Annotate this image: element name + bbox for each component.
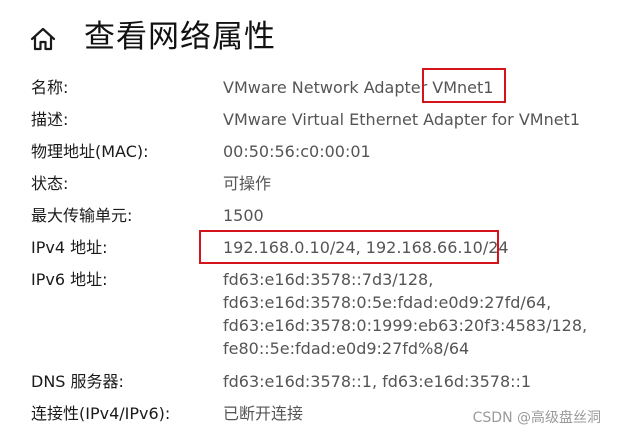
ipv4-value: 192.168.0.10/24, 192.168.66.10/24 — [223, 238, 509, 257]
ipv6-values: fd63:e16d:3578::7d3/128, fd63:e16d:3578:… — [223, 268, 587, 360]
ipv4-label: IPv4 地址: — [31, 238, 108, 257]
name-value: VMware Network Adapter VMnet1 — [223, 77, 493, 99]
ipv6-address: fd63:e16d:3578:0:1999:eb63:20f3:4583/128… — [223, 316, 588, 335]
ipv6-address: fe80::5e:fdad:e0d9:27fd%8/64 — [223, 339, 470, 358]
home-button[interactable] — [28, 25, 58, 53]
dns-value: fd63:e16d:3578::1, fd63:e16d:3578::1 — [223, 372, 532, 391]
ipv6-address: fd63:e16d:3578::7d3/128, — [223, 270, 434, 289]
status-label: 状态: — [31, 174, 69, 193]
dns-label: DNS 服务器: — [31, 372, 124, 391]
description-label: 描述: — [31, 110, 69, 129]
home-icon — [30, 27, 56, 51]
name-label: 名称: — [31, 78, 69, 97]
mtu-label: 最大传输单元: — [31, 206, 133, 225]
ipv6-address: fd63:e16d:3578:0:5e:fdad:e0d9:27fd/64, — [223, 293, 552, 312]
name-value-highlight: VMnet1 — [432, 78, 494, 97]
page-title: 查看网络属性 — [84, 19, 276, 55]
name-value-prefix: VMware Network Adapter — [223, 78, 433, 97]
connectivity-label: 连接性(IPv4/IPv6): — [31, 404, 171, 423]
description-value: VMware Virtual Ethernet Adapter for VMne… — [223, 110, 581, 129]
mac-label: 物理地址(MAC): — [31, 142, 149, 161]
mac-value: 00:50:56:c0:00:01 — [223, 142, 371, 161]
watermark: CSDN @高级盘丝洞 — [472, 410, 601, 426]
page-header: 查看网络属性 — [0, 0, 617, 70]
ipv6-label: IPv6 地址: — [31, 270, 108, 289]
mtu-value: 1500 — [223, 206, 264, 225]
connectivity-value: 已断开连接 — [223, 404, 304, 423]
status-value: 可操作 — [223, 174, 272, 193]
